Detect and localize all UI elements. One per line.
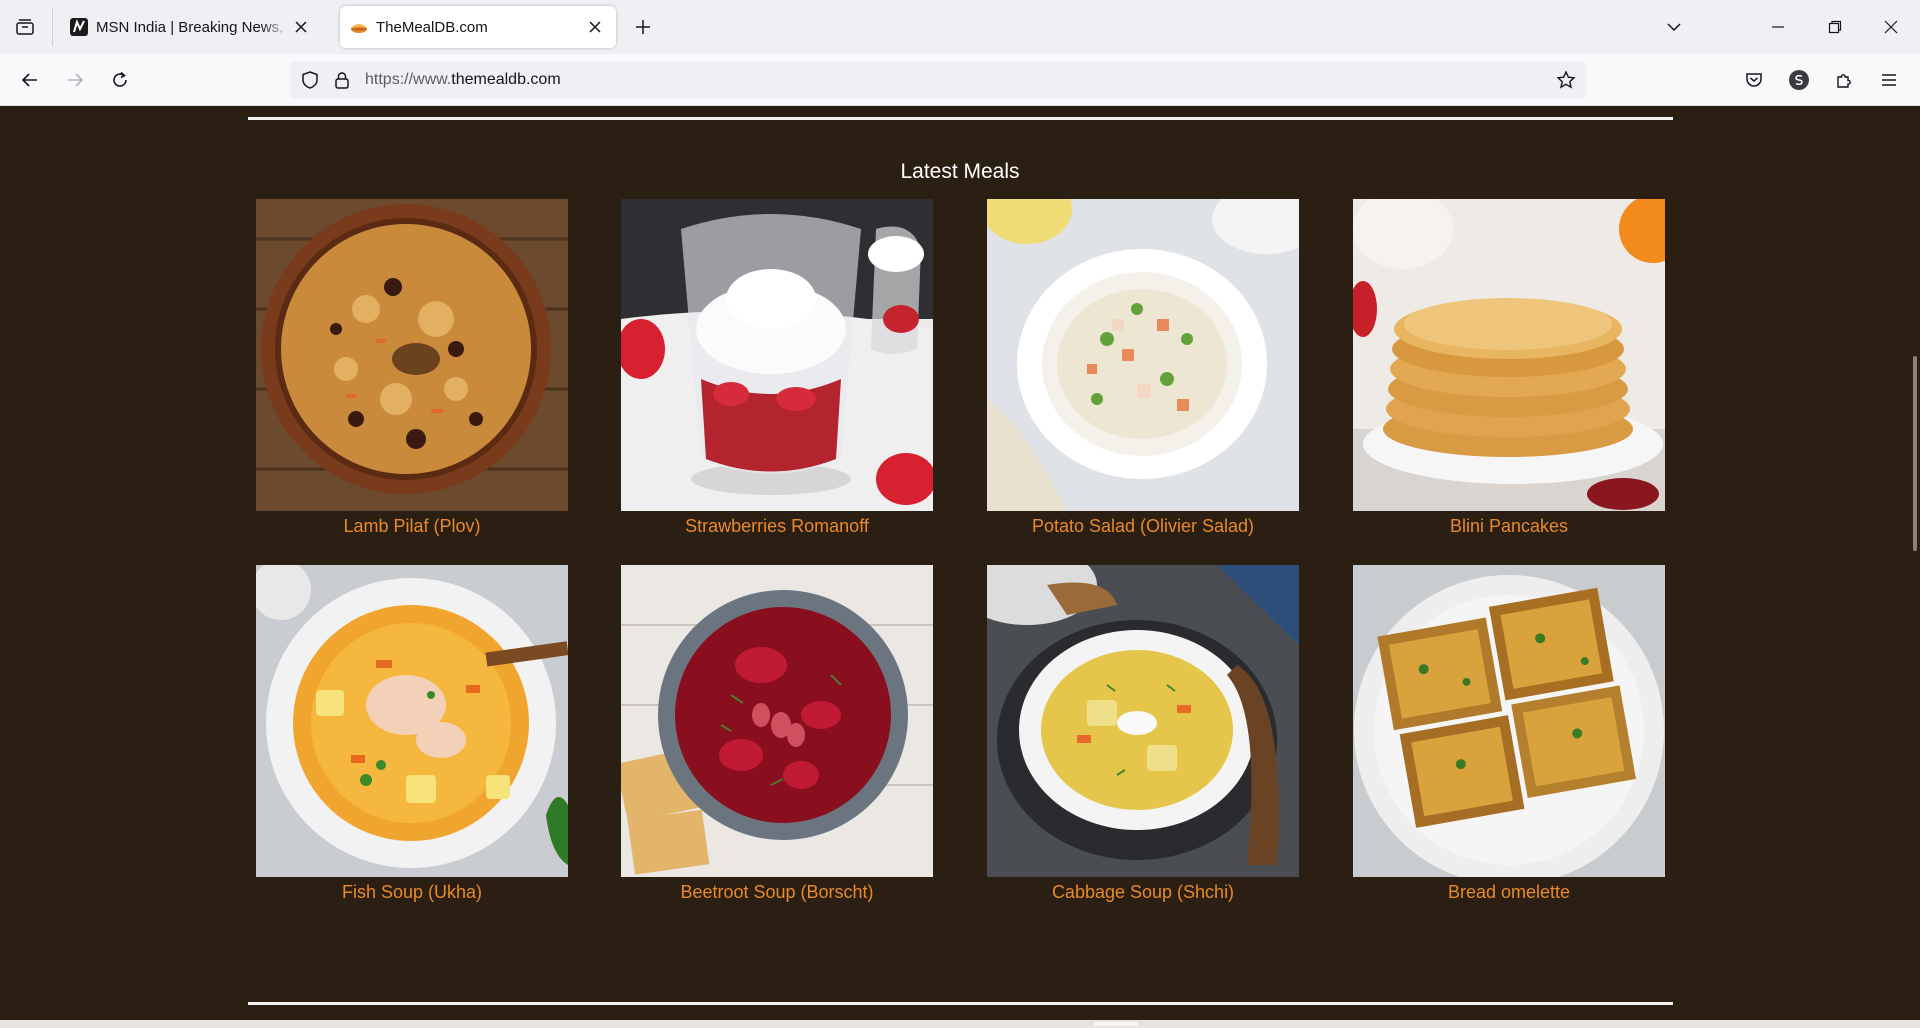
close-icon	[295, 21, 307, 33]
meal-name[interactable]: Cabbage Soup (Shchi)	[987, 882, 1299, 903]
account-button[interactable]	[1784, 65, 1814, 95]
shchi-photo[interactable]	[987, 565, 1299, 877]
chevron-down-icon	[1667, 23, 1681, 32]
section-title: Latest Meals	[900, 160, 1020, 183]
app-menu-button[interactable]	[1874, 65, 1904, 95]
meal-card-borscht[interactable]: Beetroot Soup (Borscht)	[621, 565, 933, 903]
close-window-button[interactable]	[1876, 12, 1906, 42]
forward-button[interactable]	[60, 65, 90, 95]
page-scrollbar[interactable]	[1908, 106, 1920, 1020]
page-content: Latest Meals Lamb Pilaf (Plov) Strawberr…	[0, 106, 1920, 1020]
blini-pancakes-photo[interactable]	[1353, 199, 1665, 511]
meal-card-olivier-salad[interactable]: Potato Salad (Olivier Salad)	[987, 199, 1299, 537]
bookmark-star-icon[interactable]	[1556, 70, 1576, 90]
mealdb-icon	[351, 24, 367, 33]
meal-card-fish-soup[interactable]: Fish Soup (Ukha)	[256, 565, 568, 903]
lamb-pilaf-photo[interactable]	[256, 199, 568, 511]
page-bottom-strip	[0, 1020, 1920, 1028]
extensions-button[interactable]	[1829, 65, 1859, 95]
meal-name[interactable]: Beetroot Soup (Borscht)	[621, 882, 933, 903]
strawberries-romanoff-photo[interactable]	[621, 199, 933, 511]
minimize-button[interactable]	[1763, 12, 1793, 42]
restore-icon	[1828, 20, 1842, 34]
list-all-tabs-button[interactable]	[1659, 12, 1689, 42]
navigation-toolbar: https://www.themealdb.com	[0, 54, 1920, 106]
olivier-salad-photo[interactable]	[987, 199, 1299, 511]
meal-card-bread-omelette[interactable]: Bread omelette	[1353, 565, 1665, 903]
meal-card-lamb-pilaf[interactable]: Lamb Pilaf (Plov)	[256, 199, 568, 537]
pocket-button[interactable]	[1739, 65, 1769, 95]
arrow-left-icon	[21, 73, 37, 87]
tab-list-icon	[16, 19, 34, 35]
tab-separator	[52, 8, 53, 46]
account-avatar-icon	[1789, 70, 1809, 90]
bread-omelette-photo[interactable]	[1353, 565, 1665, 877]
url-prefix: https://www.	[365, 71, 452, 88]
address-bar[interactable]: https://www.themealdb.com	[290, 61, 1586, 99]
meal-card-blini-pancakes[interactable]: Blini Pancakes	[1353, 199, 1665, 537]
scrollbar-thumb[interactable]	[1913, 356, 1917, 551]
tab-close-button[interactable]	[584, 16, 606, 38]
new-tab-button[interactable]	[629, 13, 657, 41]
tab-themealdb[interactable]: TheMealDB.com	[340, 6, 616, 48]
horizontal-scroll-handle[interactable]	[1094, 1022, 1138, 1026]
url-domain: themealdb.com	[451, 71, 561, 88]
meal-name[interactable]: Lamb Pilaf (Plov)	[256, 516, 568, 537]
close-icon	[589, 21, 601, 33]
tab-title: TheMealDB.com	[376, 18, 488, 36]
lock-icon[interactable]	[332, 70, 352, 90]
shield-icon[interactable]	[300, 70, 320, 90]
meal-card-cabbage-soup[interactable]: Cabbage Soup (Shchi)	[987, 565, 1299, 903]
pocket-icon	[1746, 73, 1762, 87]
restore-button[interactable]	[1820, 12, 1850, 42]
meal-name[interactable]: Strawberries Romanoff	[621, 516, 933, 537]
tab-overview-button[interactable]	[10, 12, 40, 42]
divider	[248, 1002, 1673, 1005]
tab-close-button[interactable]	[290, 16, 312, 38]
ukha-fish-soup-photo[interactable]	[256, 565, 568, 877]
divider	[248, 117, 1673, 120]
meal-card-strawberries-romanoff[interactable]: Strawberries Romanoff	[621, 199, 933, 537]
reload-icon	[113, 71, 127, 87]
tab-title: MSN India | Breaking News, Entertainment	[96, 18, 290, 36]
borscht-photo[interactable]	[621, 565, 933, 877]
arrow-right-icon	[68, 73, 84, 87]
tab-msn[interactable]: MSN India | Breaking News, Entertainment	[60, 6, 322, 48]
reload-button[interactable]	[105, 65, 135, 95]
back-button[interactable]	[15, 65, 45, 95]
meal-name[interactable]: Blini Pancakes	[1353, 516, 1665, 537]
url-text[interactable]: https://www.themealdb.com	[365, 71, 561, 89]
meal-name[interactable]: Fish Soup (Ukha)	[256, 882, 568, 903]
puzzle-icon	[1837, 74, 1851, 88]
hamburger-menu-icon	[1882, 74, 1896, 86]
close-icon	[1884, 20, 1898, 34]
plus-icon	[636, 20, 650, 34]
minimize-icon	[1772, 26, 1784, 28]
meal-name[interactable]: Potato Salad (Olivier Salad)	[987, 516, 1299, 537]
msn-icon	[70, 18, 88, 36]
meal-name[interactable]: Bread omelette	[1353, 882, 1665, 903]
tab-bar: MSN India | Breaking News, Entertainment…	[0, 0, 1920, 54]
